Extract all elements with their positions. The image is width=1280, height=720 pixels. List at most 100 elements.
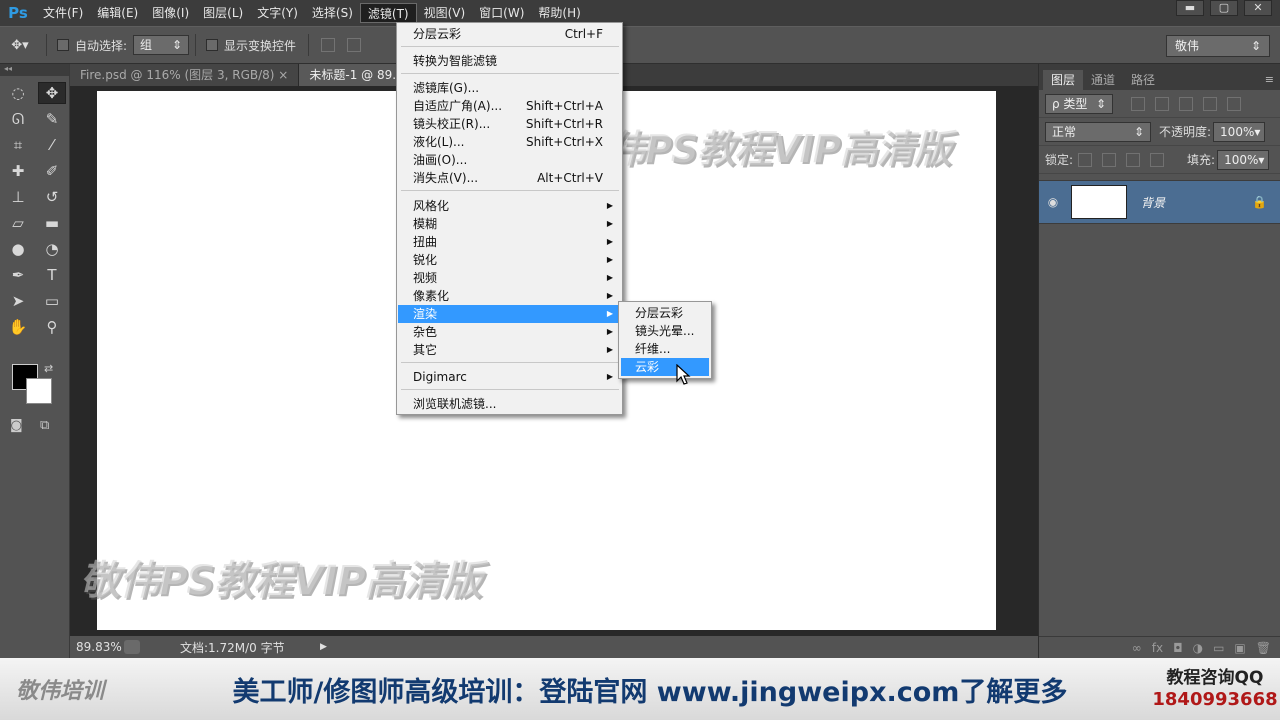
lock-transparency-icon[interactable] [1078,152,1093,167]
menu-item-oil-paint[interactable]: 油画(O)... [398,151,621,169]
close-window-button[interactable]: ✕ [1244,0,1272,16]
history-brush-icon[interactable]: ↺ [38,186,66,208]
layer-kind-dropdown[interactable]: ρ 类型 ⇕ [1045,93,1113,114]
clone-stamp-icon[interactable]: ⊥ [4,186,32,208]
layer-style-icon[interactable]: fx [1152,641,1163,655]
menu-edit[interactable]: 编辑(E) [90,3,145,23]
status-menu-icon[interactable] [124,640,140,654]
quick-select-tool-icon[interactable]: ✎ [38,108,66,130]
brush-tool-icon[interactable]: ✐ [38,160,66,182]
move-tool-preset-icon[interactable]: ✥▾ [0,38,40,53]
background-color-swatch[interactable] [26,378,52,404]
align-top-icon[interactable] [321,38,336,52]
align-middle-icon[interactable] [347,38,362,52]
lock-pixels-icon[interactable] [1102,152,1117,167]
blur-tool-icon[interactable]: ● [4,238,32,260]
status-arrow-icon[interactable]: ▶ [320,642,327,652]
eraser-tool-icon[interactable]: ▱ [4,212,32,234]
quick-mask-icon[interactable]: ◙ [10,418,23,433]
lasso-tool-icon[interactable]: ᘏ [4,108,32,130]
menu-item-blur[interactable]: 模糊 ▶ [398,215,621,233]
tab-layers[interactable]: 图层 [1043,70,1084,90]
close-icon[interactable]: × [278,68,288,82]
submenu-item-difference-clouds[interactable]: 分层云彩 [621,304,709,322]
menu-item-vanishing-point[interactable]: 消失点(V)... Alt+Ctrl+V [398,169,621,187]
type-filter-icon[interactable] [1179,96,1193,111]
tab-channels[interactable]: 通道 [1083,70,1123,90]
menu-item-other[interactable]: 其它 ▶ [398,341,621,359]
menu-filter[interactable]: 滤镜(T) [359,3,417,23]
screen-mode-icon[interactable]: ⧉ [40,418,49,433]
menu-item-render[interactable]: 渲染 ▶ [398,305,621,323]
layer-row-background[interactable]: ◉ 背景 🔒 [1039,180,1280,224]
menu-file[interactable]: 文件(F) [36,3,90,23]
menu-item-stylize[interactable]: 风格化 ▶ [398,197,621,215]
restore-button[interactable]: ▢ [1210,0,1238,16]
menu-item-lens-correction[interactable]: 镜头校正(R)... Shift+Ctrl+R [398,115,621,133]
pixel-filter-icon[interactable] [1131,96,1145,111]
opacity-field[interactable]: 100% ▾ [1213,121,1266,142]
eyedropper-tool-icon[interactable]: ⁄ [38,134,66,156]
menu-window[interactable]: 窗口(W) [472,3,531,23]
dodge-tool-icon[interactable]: ◔ [38,238,66,260]
menu-item-sharpen[interactable]: 锐化 ▶ [398,251,621,269]
fill-field[interactable]: 100% ▾ [1217,149,1270,170]
menu-select[interactable]: 选择(S) [305,3,360,23]
minimize-button[interactable]: ▬ [1176,0,1204,16]
menu-item-filter-gallery[interactable]: 滤镜库(G)... [398,79,621,97]
swap-colors-icon[interactable]: ⇄ [44,362,53,375]
hand-tool-icon[interactable]: ✋ [4,316,32,338]
workspace-dropdown[interactable]: 敬伟 ⇕ [1166,35,1270,57]
pen-tool-icon[interactable]: ✒ [4,264,32,286]
shape-tool-icon[interactable]: ▭ [38,290,66,312]
zoom-tool-icon[interactable]: ⚲ [38,316,66,338]
zoom-level[interactable]: 89.83% [70,640,124,654]
smart-object-filter-icon[interactable] [1227,96,1241,111]
menu-item-smart-filter[interactable]: 转换为智能滤镜 [398,52,621,70]
menu-item-digimarc[interactable]: Digimarc ▶ [398,368,621,386]
menu-image[interactable]: 图像(I) [145,3,196,23]
shape-filter-icon[interactable] [1203,96,1217,111]
submenu-item-lens-flare[interactable]: 镜头光晕... [621,322,709,340]
type-tool-icon[interactable]: T [38,264,66,286]
crop-tool-icon[interactable]: ⌗ [4,134,32,156]
menu-item-last-filter[interactable]: 分层云彩 Ctrl+F [398,25,621,43]
tab-fire-psd[interactable]: Fire.psd @ 116% (图层 3, RGB/8) × [70,64,300,86]
toolbox-grip[interactable]: ◂◂ [0,64,69,76]
blend-mode-dropdown[interactable]: 正常 ⇕ [1045,121,1151,142]
layer-name[interactable]: 背景 [1141,194,1165,211]
panel-menu-icon[interactable]: ≡ [1265,70,1274,90]
menu-item-browse-filters-online[interactable]: 浏览联机滤镜... [398,395,621,413]
new-layer-icon[interactable]: ▣ [1234,641,1245,655]
adjustment-layer-icon[interactable]: ◑ [1193,641,1203,655]
menu-item-adaptive-wide-angle[interactable]: 自适应广角(A)... Shift+Ctrl+A [398,97,621,115]
menu-layer[interactable]: 图层(L) [196,3,250,23]
menu-item-pixelate[interactable]: 像素化 ▶ [398,287,621,305]
menu-item-video[interactable]: 视频 ▶ [398,269,621,287]
new-group-icon[interactable]: ▭ [1213,641,1224,655]
menu-view[interactable]: 视图(V) [417,3,473,23]
adjustment-filter-icon[interactable] [1155,96,1169,111]
move-tool-icon[interactable]: ✥ [38,82,66,104]
submenu-item-clouds[interactable]: 云彩 [621,358,709,376]
lock-position-icon[interactable] [1126,152,1141,167]
healing-brush-icon[interactable]: ✚ [4,160,32,182]
tab-paths[interactable]: 路径 [1123,70,1163,90]
menu-item-noise[interactable]: 杂色 ▶ [398,323,621,341]
menu-help[interactable]: 帮助(H) [531,3,587,23]
link-layers-icon[interactable]: ∞ [1132,641,1142,655]
lock-all-icon[interactable] [1150,152,1165,167]
menu-item-liquify[interactable]: 液化(L)... Shift+Ctrl+X [398,133,621,151]
show-transform-checkbox[interactable] [206,39,219,51]
path-select-icon[interactable]: ➤ [4,290,32,312]
gradient-tool-icon[interactable]: ▬ [38,212,66,234]
add-mask-icon[interactable]: ◘ [1173,641,1183,655]
menu-item-distort[interactable]: 扭曲 ▶ [398,233,621,251]
marquee-tool-icon[interactable]: ◌ [4,82,32,104]
auto-select-dropdown[interactable]: 组 ⇕ [133,35,190,55]
submenu-item-fibers[interactable]: 纤维... [621,340,709,358]
menu-type[interactable]: 文字(Y) [250,3,305,23]
delete-layer-icon[interactable]: 🗑 [1256,641,1271,655]
auto-select-checkbox[interactable] [57,39,69,51]
visibility-eye-icon[interactable]: ◉ [1039,195,1067,209]
